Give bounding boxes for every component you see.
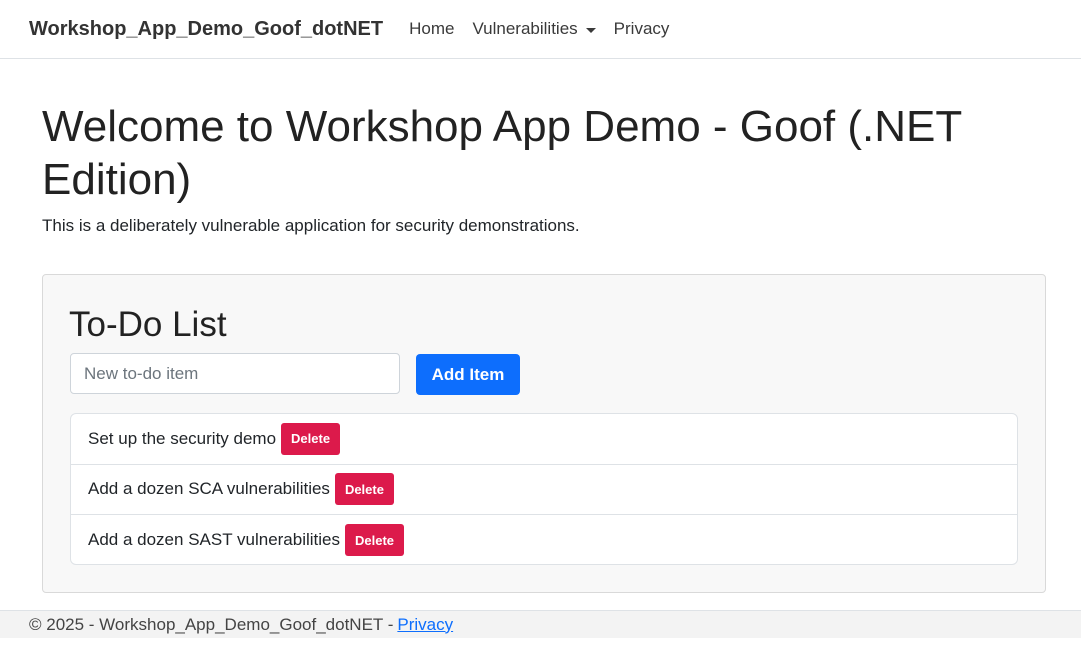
todo-item: Set up the security demo Delete [71, 414, 1017, 465]
brand-link[interactable]: Workshop_App_Demo_Goof_dotNET [29, 18, 383, 41]
nav-home[interactable]: Home [409, 19, 454, 39]
delete-button[interactable]: Delete [281, 422, 341, 455]
delete-button[interactable]: Delete [345, 524, 405, 557]
todo-item-text: Set up the security demo [88, 428, 277, 448]
footer-privacy-link[interactable]: Privacy [397, 615, 453, 635]
footer-copyright: © 2025 - Workshop_App_Demo_Goof_dotNET - [29, 614, 394, 634]
todo-card: To-Do List Add Item Set up the security … [42, 274, 1046, 593]
nav-home-label: Home [409, 19, 455, 38]
chevron-down-icon [585, 27, 596, 33]
page-subtitle: This is a deliberately vulnerable applic… [42, 216, 580, 235]
page-title: Welcome to Workshop App Demo - Goof (.NE… [42, 102, 962, 204]
nav-vulnerabilities-label: Vulnerabilities [472, 19, 578, 38]
top-navbar: Workshop_App_Demo_Goof_dotNET Home Vulne… [0, 0, 1081, 59]
add-item-button[interactable]: Add Item [416, 354, 520, 395]
new-todo-input[interactable] [70, 353, 400, 394]
todo-item-text: Add a dozen SCA vulnerabilities [88, 479, 330, 499]
nav-privacy-label: Privacy [613, 19, 670, 38]
todo-item-text: Add a dozen SAST vulnerabilities [88, 530, 341, 550]
todo-item: Add a dozen SAST vulnerabilities Delete [71, 515, 1017, 566]
nav-privacy[interactable]: Privacy [614, 19, 670, 39]
page-footer: © 2025 - Workshop_App_Demo_Goof_dotNET -… [0, 610, 1081, 638]
todo-list: Set up the security demo Delete Add a do… [70, 413, 1018, 565]
nav-vulnerabilities-dropdown[interactable]: Vulnerabilities [472, 19, 596, 39]
delete-button[interactable]: Delete [334, 473, 394, 506]
todo-title: To-Do List [69, 305, 227, 344]
todo-item: Add a dozen SCA vulnerabilities Delete [71, 465, 1017, 515]
